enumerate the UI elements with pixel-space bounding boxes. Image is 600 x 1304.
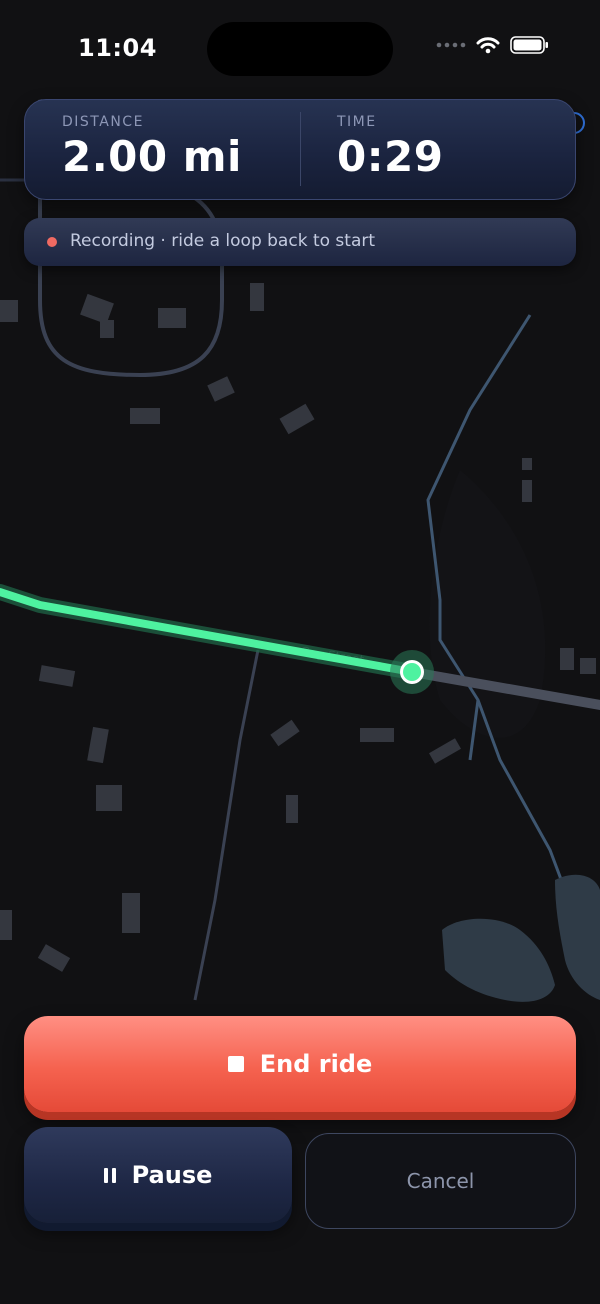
cellular-signal-icon	[436, 42, 466, 48]
end-ride-button[interactable]: End ride	[24, 1016, 576, 1112]
cancel-label: Cancel	[406, 1169, 475, 1193]
stop-icon	[227, 1056, 244, 1072]
pause-icon	[103, 1167, 116, 1183]
status-bar: 11:04	[0, 0, 600, 96]
pause-button[interactable]: Pause	[24, 1127, 292, 1223]
battery-icon	[510, 36, 548, 54]
time-label: TIME	[337, 114, 377, 130]
stats-divider	[300, 112, 301, 186]
end-ride-label: End ride	[259, 1050, 373, 1078]
recording-text: Recording · ride a loop back to start	[70, 231, 376, 251]
ride-stats-card: DISTANCE 2.00 mi TIME 0:29	[24, 99, 576, 200]
recording-banner: Recording · ride a loop back to start	[24, 218, 576, 266]
distance-stat: DISTANCE 2.00 mi	[62, 114, 242, 181]
status-time: 11:04	[78, 34, 157, 62]
time-value: 0:29	[337, 132, 444, 181]
ride-screen: Gay Street 11:04 DISTANCE 2.00 mi TIME 0…	[0, 0, 600, 1304]
wifi-icon	[476, 37, 500, 54]
distance-label: DISTANCE	[62, 114, 144, 130]
pause-label: Pause	[131, 1161, 213, 1189]
distance-value: 2.00 mi	[62, 132, 242, 181]
cancel-button[interactable]: Cancel	[305, 1133, 576, 1229]
system-icons	[436, 36, 550, 54]
dynamic-island	[207, 22, 393, 76]
recording-dot-icon	[47, 237, 57, 247]
time-stat: TIME 0:29	[337, 114, 443, 181]
